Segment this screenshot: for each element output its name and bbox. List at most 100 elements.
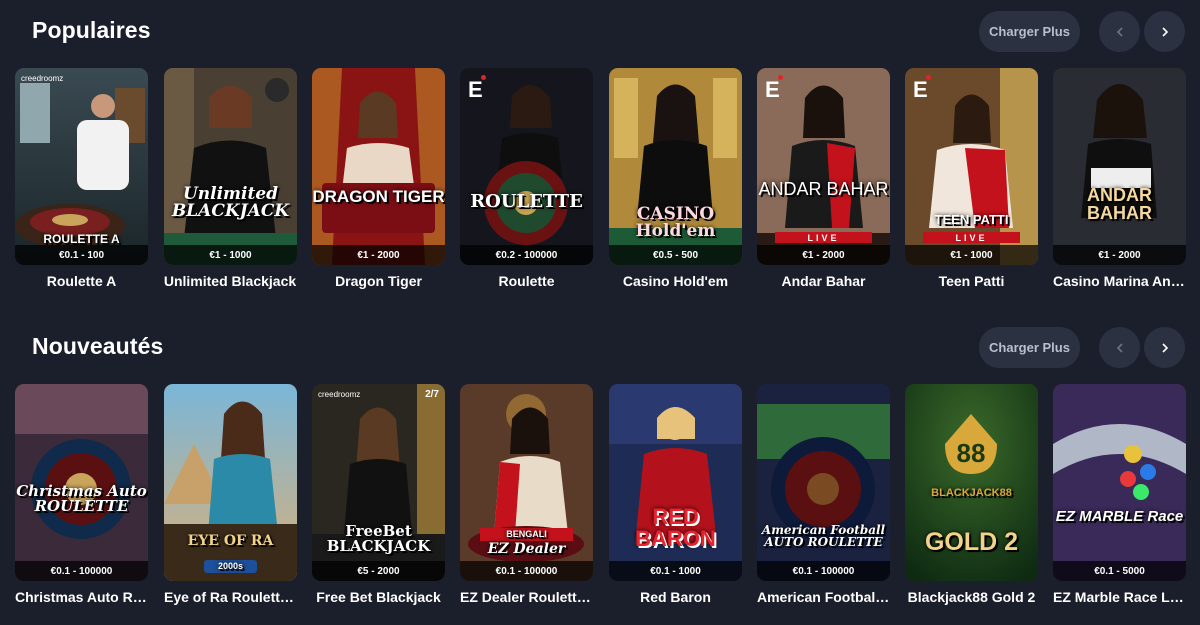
- game-thumbnail[interactable]: EZ MARBLE Race €0.1 - 5000: [1053, 384, 1186, 581]
- game-thumbnail[interactable]: CASINO Hold'em €0.5 - 500: [609, 68, 742, 265]
- evolution-logo: E: [913, 75, 931, 101]
- bet-range: €5 - 2000: [312, 561, 445, 581]
- evolution-logo: E: [765, 75, 783, 101]
- game-card[interactable]: E ROULETTE €0.2 - 100000 Roulette: [460, 68, 593, 289]
- game-name[interactable]: Teen Patti: [905, 273, 1038, 289]
- game-logo-text: EZ Dealer: [487, 541, 566, 557]
- game-card[interactable]: creedroomz 2/7 FreeBet BLACKJACK €5 - 20…: [312, 384, 445, 605]
- dealer-image: [164, 68, 297, 265]
- chevron-left-icon: [1116, 26, 1123, 37]
- game-card[interactable]: CASINO Hold'em €0.5 - 500 Casino Hold'em: [609, 68, 742, 289]
- svg-text:88: 88: [957, 438, 986, 468]
- bet-range: €0.2 - 100000: [460, 245, 593, 265]
- carousel-prev-button[interactable]: [1099, 327, 1140, 368]
- seats-available: 2/7: [425, 389, 439, 400]
- bet-range: €0.1 - 100000: [15, 561, 148, 581]
- game-logo-text: GOLD 2: [924, 528, 1019, 556]
- game-logo-text: ROULETTE: [470, 191, 583, 212]
- game-logo-text: RED BARON: [635, 504, 716, 551]
- bet-range: €1 - 2000: [757, 245, 890, 265]
- game-card[interactable]: Christmas Auto ROULETTE €0.1 - 100000 Ch…: [15, 384, 148, 605]
- game-thumbnail[interactable]: Unlimited BLACKJACK €1 - 1000: [164, 68, 297, 265]
- carousel-prev-button[interactable]: [1099, 11, 1140, 52]
- game-name[interactable]: Roulette: [460, 273, 593, 289]
- game-logo-text: American Football AUTO ROULETTE: [761, 523, 886, 549]
- game-logo-text: Unlimited BLACKJACK: [171, 184, 290, 221]
- carousel-next-button[interactable]: [1144, 327, 1185, 368]
- game-name[interactable]: EZ Dealer Roulette Bengali: [460, 589, 593, 605]
- bet-range: €0.1 - 100000: [757, 561, 890, 581]
- bet-range: €0.1 - 100000: [460, 561, 593, 581]
- bet-range: €1 - 2000: [1053, 245, 1186, 265]
- game-thumbnail[interactable]: E TEEN PATTI LIVE €1 - 1000: [905, 68, 1038, 265]
- bet-range: €0.1 - 1000: [609, 561, 742, 581]
- game-name[interactable]: Free Bet Blackjack: [312, 589, 445, 605]
- game-name[interactable]: Red Baron: [609, 589, 742, 605]
- chevron-left-icon: [1116, 342, 1123, 353]
- live-label: LIVE: [923, 232, 1020, 243]
- bet-range: €0.5 - 500: [609, 245, 742, 265]
- game-card[interactable]: American Football AUTO ROULETTE €0.1 - 1…: [757, 384, 890, 605]
- game-logo-text: ANDAR BAHAR: [758, 179, 889, 199]
- game-thumbnail[interactable]: EYE OF RA 2000s: [164, 384, 297, 581]
- game-logo-text: ROULETTE A: [43, 232, 120, 246]
- game-card[interactable]: creedroomz ROULETTE A €0.1 - 100 Roulett…: [15, 68, 148, 289]
- game-name[interactable]: Blackjack88 Gold 2: [905, 589, 1038, 605]
- game-card[interactable]: E TEEN PATTI LIVE €1 - 1000 Teen Patti: [905, 68, 1038, 289]
- game-card[interactable]: 88 BLACKJACK88 GOLD 2 Blackjack88 Gold 2: [905, 384, 1038, 605]
- section-title: Nouveautés: [32, 333, 164, 359]
- game-thumbnail[interactable]: creedroomz 2/7 FreeBet BLACKJACK €5 - 20…: [312, 384, 445, 581]
- carousel-next-button[interactable]: [1144, 11, 1185, 52]
- game-logo-text: EYE OF RA: [187, 533, 274, 549]
- game-name[interactable]: Dragon Tiger: [312, 273, 445, 289]
- game-logo-text: ANDAR BAHAR: [1087, 185, 1152, 223]
- bet-range: €1 - 1000: [905, 245, 1038, 265]
- dealer-image: [609, 384, 742, 581]
- game-name[interactable]: American Football Auto Roulette: [757, 589, 890, 605]
- game-name[interactable]: EZ Marble Race Las Vegas: [1053, 589, 1186, 605]
- game-logo-text: CASINO Hold'em: [635, 204, 716, 241]
- game-art: [1053, 384, 1186, 581]
- bet-range: €0.1 - 5000: [1053, 561, 1186, 581]
- game-name[interactable]: Casino Hold'em: [609, 273, 742, 289]
- game-logo-text: Christmas Auto ROULETTE: [16, 482, 147, 515]
- bet-range: €1 - 1000: [164, 245, 297, 265]
- game-name[interactable]: Unlimited Blackjack: [156, 273, 304, 289]
- game-name[interactable]: Eye of Ra Roulette 2000s: [164, 589, 297, 605]
- game-card[interactable]: ANDAR BAHAR €1 - 2000 Casino Marina Anda…: [1053, 68, 1186, 289]
- game-thumbnail[interactable]: DRAGON TIGER €1 - 2000: [312, 68, 445, 265]
- game-name[interactable]: Casino Marina Andar Bahar: [1053, 273, 1186, 289]
- game-card[interactable]: Unlimited BLACKJACK €1 - 1000 Unlimited …: [164, 68, 297, 289]
- bet-range: €0.1 - 100: [15, 245, 148, 265]
- dealer-image: [312, 68, 445, 265]
- game-thumbnail[interactable]: American Football AUTO ROULETTE €0.1 - 1…: [757, 384, 890, 581]
- load-more-button[interactable]: Charger Plus: [979, 11, 1080, 52]
- game-thumbnail[interactable]: creedroomz ROULETTE A €0.1 - 100: [15, 68, 148, 265]
- game-card[interactable]: BENGALI EZ Dealer €0.1 - 100000 EZ Deale…: [460, 384, 593, 605]
- game-thumbnail[interactable]: RED BARON €0.1 - 1000: [609, 384, 742, 581]
- game-thumbnail[interactable]: E ANDAR BAHAR LIVE €1 - 2000: [757, 68, 890, 265]
- game-name[interactable]: Andar Bahar: [757, 273, 890, 289]
- provider-logo: creedroomz: [318, 390, 361, 399]
- game-thumbnail[interactable]: 88 BLACKJACK88 GOLD 2: [905, 384, 1038, 581]
- dealer-image: [1053, 68, 1186, 265]
- game-card[interactable]: EYE OF RA 2000s Eye of Ra Roulette 2000s: [164, 384, 297, 605]
- game-sub-badge: BENGALI: [480, 528, 573, 541]
- game-name[interactable]: Christmas Auto Roulette: [15, 589, 148, 605]
- game-logo-text: TEEN PATTI: [934, 212, 1009, 227]
- game-card[interactable]: RED BARON €0.1 - 1000 Red Baron: [609, 384, 742, 605]
- game-card[interactable]: EZ MARBLE Race €0.1 - 5000 EZ Marble Rac…: [1053, 384, 1186, 605]
- game-thumbnail[interactable]: ANDAR BAHAR €1 - 2000: [1053, 68, 1186, 265]
- game-thumbnail[interactable]: BENGALI EZ Dealer €0.1 - 100000: [460, 384, 593, 581]
- game-card[interactable]: E ANDAR BAHAR LIVE €1 - 2000 Andar Bahar: [757, 68, 890, 289]
- game-thumbnail[interactable]: E ROULETTE €0.2 - 100000: [460, 68, 593, 265]
- game-thumbnail[interactable]: Christmas Auto ROULETTE €0.1 - 100000: [15, 384, 148, 581]
- game-name[interactable]: Roulette A: [15, 273, 148, 289]
- game-art: [757, 384, 890, 581]
- section-title: Populaires: [32, 17, 151, 43]
- dealer-image: [164, 384, 297, 581]
- provider-logo: creedroomz: [21, 74, 64, 83]
- load-more-button[interactable]: Charger Plus: [979, 327, 1080, 368]
- game-card[interactable]: DRAGON TIGER €1 - 2000 Dragon Tiger: [312, 68, 445, 289]
- evolution-logo: E: [468, 75, 486, 101]
